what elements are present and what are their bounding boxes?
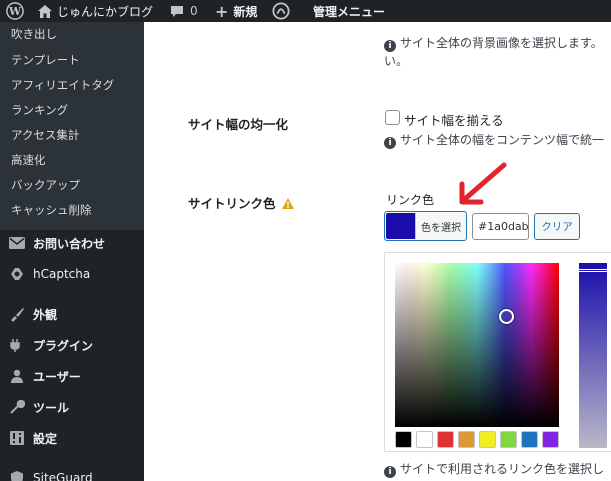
plugin-icon (8, 336, 26, 354)
appearance-icon (8, 305, 26, 323)
admin-menu-label: 管理メニュー (313, 4, 386, 19)
svg-text:W: W (8, 5, 22, 18)
info-icon: i (384, 466, 396, 478)
palette-swatch[interactable] (479, 431, 496, 448)
palette-swatch[interactable] (437, 431, 454, 448)
hue-slider-handle[interactable] (578, 269, 608, 272)
site-width-help: i サイト全体の幅をコンテンツ幅で統一 (384, 131, 604, 149)
new-content-link[interactable]: + 新規 (215, 0, 257, 22)
menu-item-siteguard[interactable]: SiteGuard (8, 467, 93, 481)
info-icon: i (384, 137, 396, 149)
annotation-arrow-icon (459, 162, 507, 205)
menu-item-contact[interactable]: お問い合わせ (8, 232, 105, 254)
site-name-link[interactable]: じゅんにかブログ (38, 0, 153, 22)
color-picker-handle[interactable] (499, 309, 514, 324)
menu-item-users[interactable]: ユーザー (8, 365, 81, 387)
menu-label-contact: お問い合わせ (33, 236, 106, 251)
palette-swatch[interactable] (458, 431, 475, 448)
menu-label-hcaptcha: hCaptcha (33, 267, 91, 281)
current-color-swatch (386, 213, 416, 239)
palette-swatch[interactable] (500, 431, 517, 448)
color-hex-input[interactable]: #1a0dab (472, 213, 529, 240)
palette-swatch[interactable] (542, 431, 559, 448)
envelope-icon (8, 234, 26, 252)
menu-label-plugins: プラグイン (33, 338, 94, 353)
clear-color-button[interactable]: クリア (534, 213, 580, 240)
menu-item-appearance[interactable]: 外観 (8, 303, 57, 325)
submenu-item-backup[interactable]: バックアップ (11, 177, 80, 193)
theme-logo-icon[interactable] (272, 0, 290, 22)
menu-label-appearance: 外観 (33, 307, 58, 322)
submenu-item-affiliate-tag[interactable]: アフィリエイトタグ (11, 77, 114, 93)
info-icon: i (384, 40, 396, 52)
background-image-help-cont: い。 (384, 54, 409, 68)
site-link-color-label: サイトリンク色 (188, 193, 294, 212)
palette-swatch[interactable] (521, 431, 538, 448)
site-name: じゅんにかブログ (57, 4, 154, 19)
theme-submenu: 吹き出し テンプレート アフィリエイトタグ ランキング アクセス集計 高速化 バ… (0, 22, 144, 230)
hue-slider[interactable] (578, 263, 608, 448)
user-icon (8, 367, 26, 385)
background-image-help: i サイト全体の背景画像を選択します。 (384, 34, 603, 52)
siteguard-icon (8, 469, 26, 481)
admin-bar: W じゅんにかブログ 0 + 新規 管理メニュー (0, 0, 611, 22)
settings-icon (8, 429, 26, 447)
plus-icon: + (215, 1, 229, 21)
menu-item-hcaptcha[interactable]: hCaptcha (8, 263, 90, 285)
home-icon (38, 4, 52, 18)
select-color-label: 色を選択 (421, 222, 461, 234)
site-width-checkbox-label[interactable]: サイト幅を揃える (404, 110, 504, 129)
palette-swatch[interactable] (416, 431, 433, 448)
palette-swatch[interactable] (395, 431, 412, 448)
admin-sidebar: 吹き出し テンプレート アフィリエイトタグ ランキング アクセス集計 高速化 バ… (0, 22, 144, 481)
settings-content: i サイト全体の背景画像を選択します。 い。 サイト幅の均一化 サイト幅を揃える … (144, 22, 611, 481)
submenu-item-ranking[interactable]: ランキング (11, 102, 68, 118)
submenu-item-speedup[interactable]: 高速化 (11, 152, 46, 168)
select-color-button[interactable]: 色を選択 (384, 211, 467, 241)
submenu-item-access-stats[interactable]: アクセス集計 (11, 127, 79, 143)
submenu-item-template[interactable]: テンプレート (11, 52, 80, 68)
wrench-icon (8, 398, 26, 416)
comments-count: 0 (190, 4, 198, 18)
menu-label-tools: ツール (33, 400, 70, 415)
menu-item-settings[interactable]: 設定 (8, 427, 57, 449)
menu-label-users: ユーザー (33, 369, 81, 384)
comment-icon (170, 5, 184, 18)
site-width-checkbox[interactable] (385, 110, 400, 125)
admin-menu-link[interactable]: 管理メニュー (313, 0, 385, 22)
link-color-field-label: リンク色 (386, 193, 435, 207)
new-label: 新規 (233, 4, 258, 19)
comments-link[interactable]: 0 (170, 0, 198, 22)
link-color-help: i サイトで利用されるリンク色を選択し (384, 460, 604, 478)
menu-label-siteguard: SiteGuard (33, 471, 93, 481)
saturation-value-square[interactable] (395, 263, 559, 427)
site-width-label: サイト幅の均一化 (188, 117, 289, 132)
submenu-item-cache-clear[interactable]: キャッシュ削除 (11, 202, 92, 218)
menu-item-tools[interactable]: ツール (8, 396, 69, 418)
hcaptcha-icon (8, 265, 26, 283)
warning-icon (281, 197, 294, 212)
menu-item-plugins[interactable]: プラグイン (8, 334, 93, 356)
wordpress-logo-icon[interactable]: W (6, 0, 24, 22)
menu-label-settings: 設定 (33, 431, 58, 446)
color-picker-panel (384, 252, 611, 452)
submenu-item-speech-bubble[interactable]: 吹き出し (11, 26, 57, 42)
